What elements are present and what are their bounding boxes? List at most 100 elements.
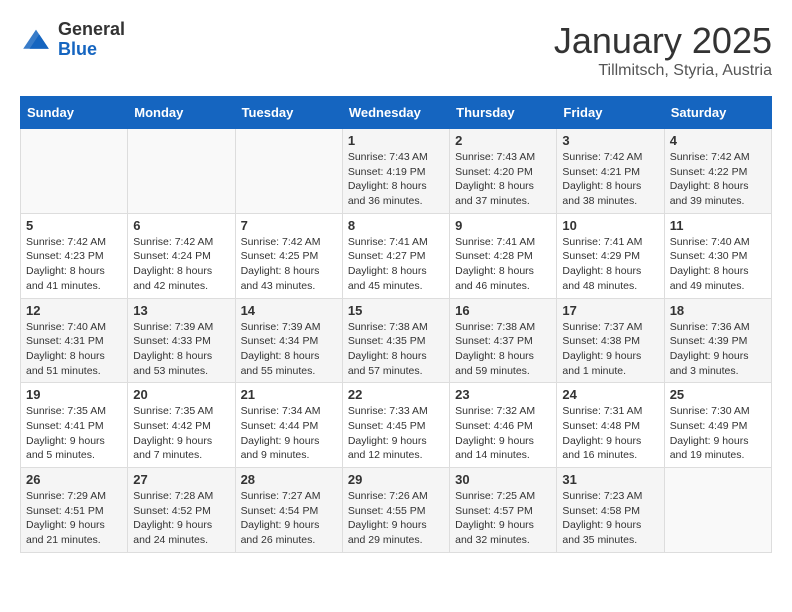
title-block: January 2025 Tillmitsch, Styria, Austria [554,20,772,80]
calendar-cell: 5 Sunrise: 7:42 AMSunset: 4:23 PMDaylight… [21,213,128,298]
calendar-cell: 20 Sunrise: 7:35 AMSunset: 4:42 PMDayligh… [128,383,235,468]
calendar-week-row: 19 Sunrise: 7:35 AMSunset: 4:41 PMDayligh… [21,383,772,468]
day-info: Sunrise: 7:42 AMSunset: 4:24 PMDaylight:… [133,235,229,294]
calendar-cell: 2 Sunrise: 7:43 AMSunset: 4:20 PMDaylight… [450,129,557,214]
day-info: Sunrise: 7:40 AMSunset: 4:31 PMDaylight:… [26,320,122,379]
calendar-cell: 31Sunrise: 7:23 AMSunset: 4:58 PMDayligh… [557,468,664,553]
day-info: Sunrise: 7:39 AMSunset: 4:33 PMDaylight:… [133,320,229,379]
day-number: 27 [133,472,229,487]
day-number: 14 [241,303,337,318]
day-number: 1 [348,133,444,148]
day-info: Sunrise: 7:40 AMSunset: 4:30 PMDaylight:… [670,235,766,294]
calendar-cell [235,129,342,214]
calendar-cell: 22 Sunrise: 7:33 AMSunset: 4:45 PMDayligh… [342,383,449,468]
calendar-cell: 7Sunrise: 7:42 AMSunset: 4:25 PMDaylight… [235,213,342,298]
calendar-cell: 21 Sunrise: 7:34 AMSunset: 4:44 PMDayligh… [235,383,342,468]
logo-blue: Blue [58,40,125,60]
day-number: 4 [670,133,766,148]
day-info: Sunrise: 7:27 AMSunset: 4:54 PMDaylight:… [241,489,337,548]
calendar-header-row: SundayMondayTuesdayWednesdayThursdayFrid… [21,97,772,129]
day-number: 26 [26,472,122,487]
calendar-cell: 17 Sunrise: 7:37 AMSunset: 4:38 PMDayligh… [557,298,664,383]
calendar-week-row: 1 Sunrise: 7:43 AMSunset: 4:19 PMDaylight… [21,129,772,214]
day-info: Sunrise: 7:43 AMSunset: 4:19 PMDaylight:… [348,150,444,209]
day-info: Sunrise: 7:29 AMSunset: 4:51 PMDaylight:… [26,489,122,548]
calendar-week-row: 5 Sunrise: 7:42 AMSunset: 4:23 PMDaylight… [21,213,772,298]
day-info: Sunrise: 7:41 AMSunset: 4:28 PMDaylight:… [455,235,551,294]
day-info: Sunrise: 7:37 AMSunset: 4:38 PMDaylight:… [562,320,658,379]
day-number: 25 [670,387,766,402]
day-info: Sunrise: 7:39 AMSunset: 4:34 PMDaylight:… [241,320,337,379]
calendar-cell: 1 Sunrise: 7:43 AMSunset: 4:19 PMDaylight… [342,129,449,214]
calendar-cell [21,129,128,214]
day-info: Sunrise: 7:34 AMSunset: 4:44 PMDaylight:… [241,404,337,463]
day-number: 20 [133,387,229,402]
calendar-table: SundayMondayTuesdayWednesdayThursdayFrid… [20,96,772,553]
day-number: 18 [670,303,766,318]
day-number: 3 [562,133,658,148]
day-info: Sunrise: 7:43 AMSunset: 4:20 PMDaylight:… [455,150,551,209]
day-info: Sunrise: 7:23 AMSunset: 4:58 PMDaylight:… [562,489,658,548]
calendar-cell: 9 Sunrise: 7:41 AMSunset: 4:28 PMDaylight… [450,213,557,298]
header-friday: Friday [557,97,664,129]
day-number: 24 [562,387,658,402]
calendar-cell: 28 Sunrise: 7:27 AMSunset: 4:54 PMDayligh… [235,468,342,553]
header-sunday: Sunday [21,97,128,129]
calendar-cell: 27 Sunrise: 7:28 AMSunset: 4:52 PMDayligh… [128,468,235,553]
day-info: Sunrise: 7:36 AMSunset: 4:39 PMDaylight:… [670,320,766,379]
calendar-cell: 26 Sunrise: 7:29 AMSunset: 4:51 PMDayligh… [21,468,128,553]
day-info: Sunrise: 7:41 AMSunset: 4:29 PMDaylight:… [562,235,658,294]
day-number: 8 [348,218,444,233]
calendar-cell: 8 Sunrise: 7:41 AMSunset: 4:27 PMDaylight… [342,213,449,298]
header-thursday: Thursday [450,97,557,129]
calendar-cell: 24 Sunrise: 7:31 AMSunset: 4:48 PMDayligh… [557,383,664,468]
day-info: Sunrise: 7:42 AMSunset: 4:23 PMDaylight:… [26,235,122,294]
calendar-cell: 25Sunrise: 7:30 AMSunset: 4:49 PMDayligh… [664,383,771,468]
logo-icon [20,26,52,54]
logo-general: General [58,20,125,40]
calendar-cell [664,468,771,553]
day-info: Sunrise: 7:33 AMSunset: 4:45 PMDaylight:… [348,404,444,463]
day-info: Sunrise: 7:31 AMSunset: 4:48 PMDaylight:… [562,404,658,463]
calendar-cell: 12 Sunrise: 7:40 AMSunset: 4:31 PMDayligh… [21,298,128,383]
day-number: 13 [133,303,229,318]
calendar-cell: 19 Sunrise: 7:35 AMSunset: 4:41 PMDayligh… [21,383,128,468]
calendar-cell: 23Sunrise: 7:32 AMSunset: 4:46 PMDayligh… [450,383,557,468]
day-number: 30 [455,472,551,487]
day-info: Sunrise: 7:42 AMSunset: 4:25 PMDaylight:… [241,235,337,294]
day-number: 2 [455,133,551,148]
calendar-cell: 18 Sunrise: 7:36 AMSunset: 4:39 PMDayligh… [664,298,771,383]
calendar-cell: 6Sunrise: 7:42 AMSunset: 4:24 PMDaylight… [128,213,235,298]
logo: General Blue [20,20,125,60]
day-number: 19 [26,387,122,402]
day-number: 16 [455,303,551,318]
day-info: Sunrise: 7:26 AMSunset: 4:55 PMDaylight:… [348,489,444,548]
page-header: General Blue January 2025 Tillmitsch, St… [20,20,772,80]
calendar-cell: 14 Sunrise: 7:39 AMSunset: 4:34 PMDayligh… [235,298,342,383]
calendar-week-row: 26 Sunrise: 7:29 AMSunset: 4:51 PMDayligh… [21,468,772,553]
day-number: 12 [26,303,122,318]
day-number: 21 [241,387,337,402]
day-info: Sunrise: 7:35 AMSunset: 4:41 PMDaylight:… [26,404,122,463]
day-number: 28 [241,472,337,487]
day-info: Sunrise: 7:42 AMSunset: 4:22 PMDaylight:… [670,150,766,209]
calendar-cell: 16Sunrise: 7:38 AMSunset: 4:37 PMDayligh… [450,298,557,383]
header-tuesday: Tuesday [235,97,342,129]
header-wednesday: Wednesday [342,97,449,129]
calendar-week-row: 12 Sunrise: 7:40 AMSunset: 4:31 PMDayligh… [21,298,772,383]
calendar-cell: 10Sunrise: 7:41 AMSunset: 4:29 PMDayligh… [557,213,664,298]
day-info: Sunrise: 7:25 AMSunset: 4:57 PMDaylight:… [455,489,551,548]
logo-text: General Blue [58,20,125,60]
day-number: 22 [348,387,444,402]
calendar-cell: 11Sunrise: 7:40 AMSunset: 4:30 PMDayligh… [664,213,771,298]
day-info: Sunrise: 7:35 AMSunset: 4:42 PMDaylight:… [133,404,229,463]
header-monday: Monday [128,97,235,129]
day-number: 5 [26,218,122,233]
calendar-cell: 13 Sunrise: 7:39 AMSunset: 4:33 PMDayligh… [128,298,235,383]
day-number: 9 [455,218,551,233]
calendar-cell [128,129,235,214]
day-number: 17 [562,303,658,318]
day-info: Sunrise: 7:28 AMSunset: 4:52 PMDaylight:… [133,489,229,548]
day-info: Sunrise: 7:41 AMSunset: 4:27 PMDaylight:… [348,235,444,294]
day-number: 29 [348,472,444,487]
